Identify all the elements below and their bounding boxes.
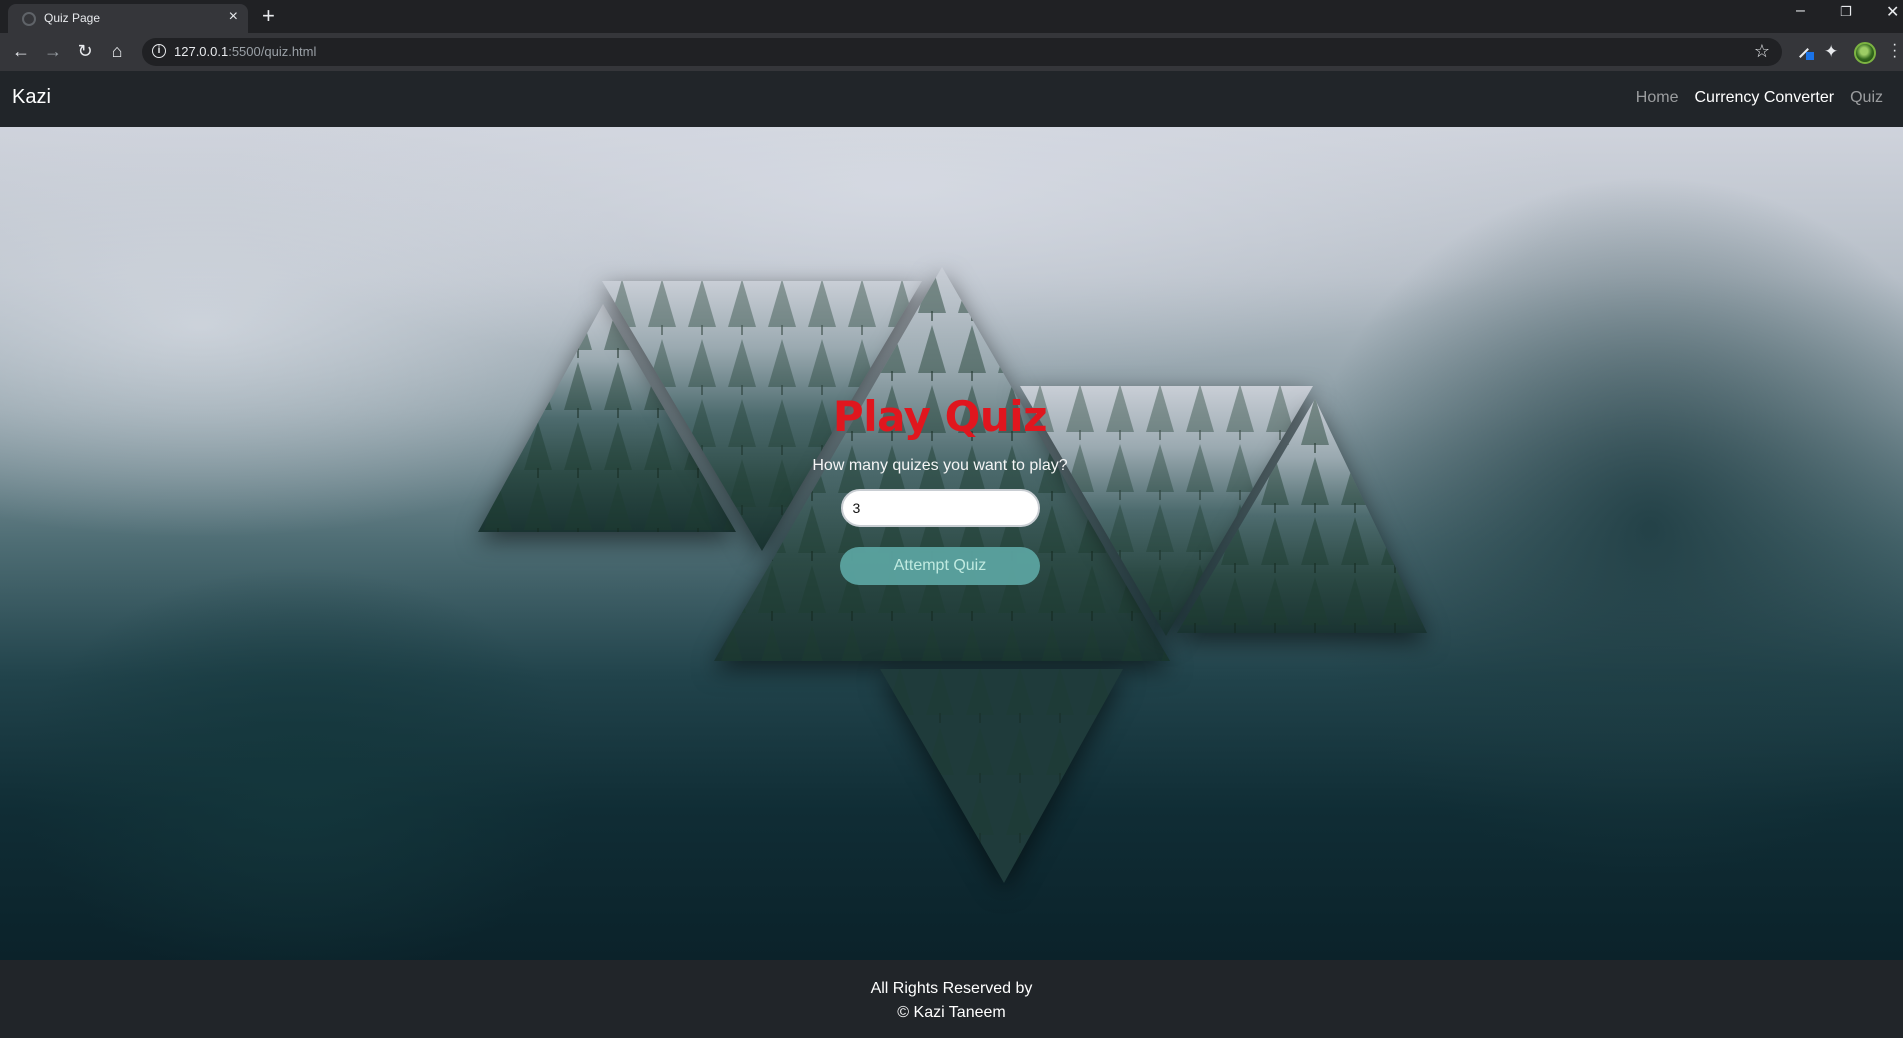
browser-tab-bar: Quiz Page × + – ❐ ✕ bbox=[0, 0, 1903, 33]
quiz-title: Play Quiz bbox=[832, 392, 1048, 441]
info-icon[interactable]: i bbox=[152, 44, 166, 58]
bookmark-star-icon[interactable]: ☆ bbox=[1754, 41, 1770, 62]
tab-title: Quiz Page bbox=[44, 11, 101, 25]
triangle-bottom-inverted bbox=[880, 669, 1123, 883]
quiz-card: Play Quiz How many quizes you want to pl… bbox=[740, 392, 1140, 585]
minimize-icon[interactable]: – bbox=[1796, 2, 1805, 20]
forward-arrow-icon[interactable]: → bbox=[42, 40, 64, 62]
nav-link-currency-converter[interactable]: Currency Converter bbox=[1694, 89, 1834, 107]
restore-icon[interactable]: ❐ bbox=[1840, 4, 1852, 20]
hero-background: Play Quiz How many quizes you want to pl… bbox=[0, 127, 1903, 960]
close-tab-icon[interactable]: × bbox=[229, 8, 238, 26]
footer-copyright-text: © Kazi Taneem bbox=[897, 1004, 1006, 1021]
url-text[interactable]: 127.0.0.1:5500/quiz.html bbox=[174, 44, 316, 59]
extensions-puzzle-icon[interactable]: ✦ bbox=[1824, 42, 1844, 62]
quiz-count-question: How many quizes you want to play? bbox=[812, 457, 1068, 474]
site-navbar: Kazi Home Currency Converter Quiz bbox=[0, 71, 1903, 127]
home-icon[interactable]: ⌂ bbox=[106, 40, 128, 62]
nav-link-home[interactable]: Home bbox=[1636, 89, 1679, 107]
quiz-count-input[interactable] bbox=[840, 489, 1040, 527]
reload-icon[interactable]: ↻ bbox=[74, 40, 96, 62]
profile-avatar[interactable] bbox=[1854, 42, 1876, 64]
browser-tab[interactable]: Quiz Page × bbox=[8, 4, 248, 33]
address-bar[interactable]: i 127.0.0.1:5500/quiz.html ☆ bbox=[142, 38, 1782, 66]
navbar-brand[interactable]: Kazi bbox=[12, 86, 51, 109]
footer-rights-text: All Rights Reserved by bbox=[870, 980, 1033, 997]
browser-toolbar: ← → ↻ ⌂ i 127.0.0.1:5500/quiz.html ☆ ✦ ·… bbox=[0, 33, 1903, 71]
nav-link-quiz[interactable]: Quiz bbox=[1850, 89, 1883, 107]
nav-links: Home Currency Converter Quiz bbox=[1636, 89, 1883, 107]
extension-pen-icon[interactable] bbox=[1796, 42, 1816, 62]
triangle-right bbox=[1177, 399, 1427, 633]
close-window-icon[interactable]: ✕ bbox=[1886, 2, 1899, 22]
site-footer: All Rights Reserved by © Kazi Taneem bbox=[0, 960, 1903, 1038]
attempt-quiz-button[interactable]: Attempt Quiz bbox=[840, 547, 1040, 585]
back-arrow-icon[interactable]: ← bbox=[10, 40, 32, 62]
globe-icon bbox=[22, 12, 36, 26]
new-tab-icon[interactable]: + bbox=[262, 4, 275, 28]
menu-dots-icon[interactable]: · · · bbox=[1892, 37, 1897, 65]
